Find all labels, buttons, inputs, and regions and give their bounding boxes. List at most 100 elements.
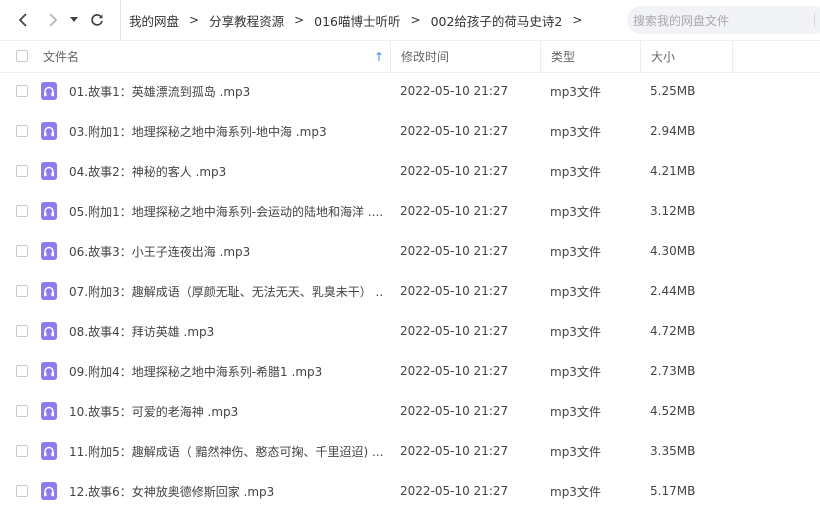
file-type: mp3文件 (550, 124, 601, 139)
toolbar: 我的网盘 > 分享教程资源 > 016喵博士听听 > 002给孩子的荷马史诗2 … (0, 0, 820, 40)
breadcrumb-item-folder-016[interactable]: 016喵博士听听 (314, 11, 400, 30)
row-checkbox[interactable] (16, 125, 28, 137)
sort-ascending-icon[interactable]: ↑ (374, 50, 384, 64)
file-row[interactable]: 08.故事4：拜访英雄 .mp3 2022-05-10 21:27 mp3文件 … (0, 311, 820, 351)
file-type: mp3文件 (550, 404, 601, 419)
file-modified-time: 2022-05-10 21:27 (400, 124, 509, 138)
audio-file-icon (41, 162, 57, 180)
caret-down-icon (70, 17, 78, 22)
file-name[interactable]: 10.故事5：可爱的老海神 .mp3 (69, 391, 384, 431)
column-header-modified-label: 修改时间 (401, 50, 450, 64)
row-checkbox[interactable] (16, 245, 28, 257)
file-size: 2.73MB (650, 364, 696, 378)
file-name[interactable]: 09.附加4：地理探秘之地中海系列-希腊1 .mp3 (69, 351, 384, 391)
row-checkbox[interactable] (16, 85, 28, 97)
row-checkbox[interactable] (16, 365, 28, 377)
audio-file-icon (41, 202, 57, 220)
forward-button[interactable] (43, 10, 63, 30)
file-type: mp3文件 (550, 204, 601, 219)
breadcrumb-item-current-folder[interactable]: 002给孩子的荷马史诗2 (431, 11, 563, 30)
row-checkbox[interactable] (16, 325, 28, 337)
column-header-type-label: 类型 (551, 50, 576, 64)
file-size: 4.30MB (650, 244, 696, 258)
file-row[interactable]: 10.故事5：可爱的老海神 .mp3 2022-05-10 21:27 mp3文… (0, 391, 820, 431)
back-button[interactable] (13, 10, 33, 30)
audio-file-icon (41, 482, 57, 500)
file-list-header: 文件名 ↑ 修改时间 类型 大小 (0, 40, 820, 73)
file-name[interactable]: 12.故事6：女神放奥德修斯回家 .mp3 (69, 471, 384, 511)
file-modified-time: 2022-05-10 21:27 (400, 244, 509, 258)
audio-file-icon (41, 282, 57, 300)
file-row[interactable]: 07.附加3：趣解成语（厚颜无耻、无法无天、乳臭未干） ... 2022-05-… (0, 271, 820, 311)
row-checkbox[interactable] (16, 285, 28, 297)
search-divider (814, 13, 815, 27)
chevron-left-icon (18, 13, 27, 27)
file-type: mp3文件 (550, 444, 601, 459)
file-name[interactable]: 01.故事1：英雄漂流到孤岛 .mp3 (69, 71, 384, 111)
history-dropdown-button[interactable] (67, 10, 81, 30)
audio-file-icon (41, 122, 57, 140)
select-all-checkbox[interactable] (16, 50, 28, 62)
row-checkbox[interactable] (16, 165, 28, 177)
column-header-size[interactable]: 大小 (641, 41, 733, 72)
file-row[interactable]: 04.故事2：神秘的客人 .mp3 2022-05-10 21:27 mp3文件… (0, 151, 820, 191)
file-size: 5.25MB (650, 84, 696, 98)
file-modified-time: 2022-05-10 21:27 (400, 284, 509, 298)
file-type: mp3文件 (550, 244, 601, 259)
file-name[interactable]: 04.故事2：神秘的客人 .mp3 (69, 151, 384, 191)
audio-file-icon (41, 442, 57, 460)
file-type: mp3文件 (550, 324, 601, 339)
refresh-icon (91, 14, 103, 26)
file-modified-time: 2022-05-10 21:27 (400, 404, 509, 418)
file-name[interactable]: 08.故事4：拜访英雄 .mp3 (69, 311, 384, 351)
file-size: 5.17MB (650, 484, 696, 498)
file-type: mp3文件 (550, 284, 601, 299)
file-row[interactable]: 03.附加1：地理探秘之地中海系列-地中海 .mp3 2022-05-10 21… (0, 111, 820, 151)
file-row[interactable]: 12.故事6：女神放奥德修斯回家 .mp3 2022-05-10 21:27 m… (0, 471, 820, 511)
file-name[interactable]: 03.附加1：地理探秘之地中海系列-地中海 .mp3 (69, 111, 384, 151)
row-checkbox[interactable] (16, 485, 28, 497)
breadcrumb-separator: > (572, 13, 583, 27)
file-size: 4.72MB (650, 324, 696, 338)
audio-file-icon (41, 322, 57, 340)
file-row[interactable]: 09.附加4：地理探秘之地中海系列-希腊1 .mp3 2022-05-10 21… (0, 351, 820, 391)
file-row[interactable]: 06.故事3：小王子连夜出海 .mp3 2022-05-10 21:27 mp3… (0, 231, 820, 271)
breadcrumb-item-shared-resources[interactable]: 分享教程资源 (209, 11, 284, 30)
file-name[interactable]: 11.附加5：趣解成语（ 黯然神伤、憨态可掬、千里迢迢) .... (69, 431, 384, 471)
file-size: 4.21MB (650, 164, 696, 178)
breadcrumb-separator: > (294, 13, 305, 27)
file-modified-time: 2022-05-10 21:27 (400, 164, 509, 178)
file-modified-time: 2022-05-10 21:27 (400, 484, 509, 498)
file-modified-time: 2022-05-10 21:27 (400, 84, 509, 98)
file-size: 4.52MB (650, 404, 696, 418)
file-type: mp3文件 (550, 84, 601, 99)
file-modified-time: 2022-05-10 21:27 (400, 204, 509, 218)
row-checkbox[interactable] (16, 205, 28, 217)
file-row[interactable]: 01.故事1：英雄漂流到孤岛 .mp3 2022-05-10 21:27 mp3… (0, 71, 820, 111)
file-size: 3.12MB (650, 204, 696, 218)
audio-file-icon (41, 362, 57, 380)
row-checkbox[interactable] (16, 445, 28, 457)
breadcrumb-separator: > (410, 13, 421, 27)
file-size: 3.35MB (650, 444, 696, 458)
file-name[interactable]: 07.附加3：趣解成语（厚颜无耻、无法无天、乳臭未干） ... (69, 271, 384, 311)
row-checkbox[interactable] (16, 405, 28, 417)
column-header-type[interactable]: 类型 (541, 41, 641, 72)
audio-file-icon (41, 82, 57, 100)
search-input[interactable] (631, 6, 805, 36)
file-row[interactable]: 05.附加1：地理探秘之地中海系列-会运动的陆地和海洋 .... 2022-05… (0, 191, 820, 231)
file-name[interactable]: 05.附加1：地理探秘之地中海系列-会运动的陆地和海洋 .... (69, 191, 384, 231)
audio-file-icon (41, 242, 57, 260)
file-modified-time: 2022-05-10 21:27 (400, 444, 509, 458)
breadcrumb-item-my-drive[interactable]: 我的网盘 (129, 11, 179, 30)
file-type: mp3文件 (550, 364, 601, 379)
column-header-name[interactable]: 文件名 ↑ (33, 41, 391, 72)
file-row[interactable]: 11.附加5：趣解成语（ 黯然神伤、憨态可掬、千里迢迢) .... 2022-0… (0, 431, 820, 471)
refresh-button[interactable] (87, 10, 107, 30)
breadcrumb: 我的网盘 > 分享教程资源 > 016喵博士听听 > 002给孩子的荷马史诗2 … (120, 0, 592, 40)
search-box (627, 6, 820, 36)
file-name[interactable]: 06.故事3：小王子连夜出海 .mp3 (69, 231, 384, 271)
breadcrumb-separator: > (189, 13, 200, 27)
column-header-modified[interactable]: 修改时间 (391, 41, 541, 72)
file-modified-time: 2022-05-10 21:27 (400, 324, 509, 338)
